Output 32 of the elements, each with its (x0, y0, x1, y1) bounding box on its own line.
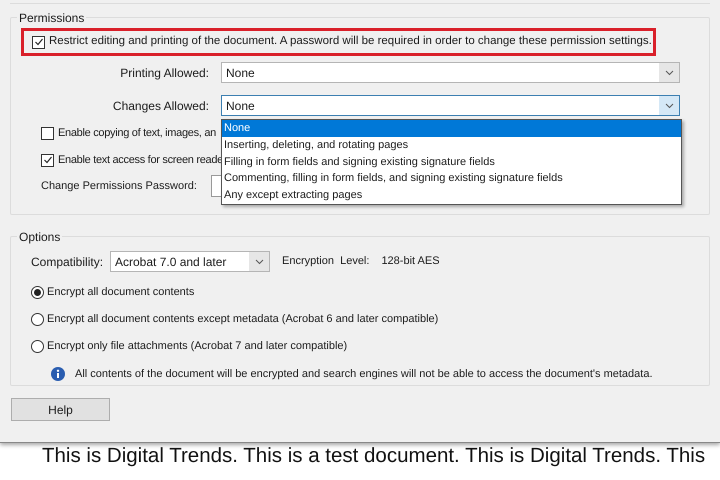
info-text: All contents of the document will be encrypted and search engines will not be able to access the document's metadata. (75, 367, 652, 382)
chevron-down-icon (254, 258, 264, 264)
printing-dropdown[interactable]: None (221, 62, 680, 83)
changes-dropdown[interactable]: None (221, 95, 680, 116)
field-label: Printing Allowed: (119, 64, 210, 82)
field-label: Compatibility: (30, 254, 104, 270)
dropdown-option[interactable]: Inserting, deleting, and rotating pages (222, 136, 681, 154)
dropdown-option[interactable]: None (222, 120, 681, 137)
document-text: This is Digital Trends. This is a test document. This is Digital Trends. This (42, 444, 706, 468)
encryption-value: 128-bit AES (381, 254, 440, 270)
checkbox[interactable] (32, 36, 45, 48)
dropdown-option[interactable]: Filling in form fields and signing existing signature fields (222, 154, 681, 170)
dropdown-option[interactable]: Any except extracting pages (222, 187, 681, 204)
compatibility-dropdown[interactable]: Acrobat 7.0 and later (110, 251, 270, 272)
chevron-down-icon (664, 70, 674, 76)
dropdown-option[interactable]: Commenting, filling in form fields, and signing existing signature fields (222, 170, 681, 188)
checkbox-label: Restrict editing and printing of the document. A password will be required in order to change these permission settings. (49, 34, 652, 50)
field-label: Change Permissions Password: (41, 178, 198, 194)
chevron-down-icon (664, 102, 674, 108)
checkbox[interactable] (41, 126, 54, 140)
radio-label: Encrypt only file attachments (Acrobat 7 and later compatible) (47, 338, 348, 354)
help-button[interactable]: Help (11, 398, 110, 421)
checkbox-label: Enable copying of text, images, an (58, 126, 216, 141)
radio-label: Encrypt all document contents except metadata (Acrobat 6 and later compatible) (47, 312, 438, 327)
field-label: Encryption Level: (282, 254, 370, 270)
info-icon (51, 367, 65, 382)
checkbox[interactable] (41, 154, 54, 166)
field-label: Changes Allowed: (112, 98, 210, 114)
radio-button[interactable] (31, 312, 44, 326)
radio-button[interactable] (31, 286, 44, 298)
radio-button[interactable] (31, 340, 44, 352)
radio-label: Encrypt all document contents (47, 284, 194, 300)
